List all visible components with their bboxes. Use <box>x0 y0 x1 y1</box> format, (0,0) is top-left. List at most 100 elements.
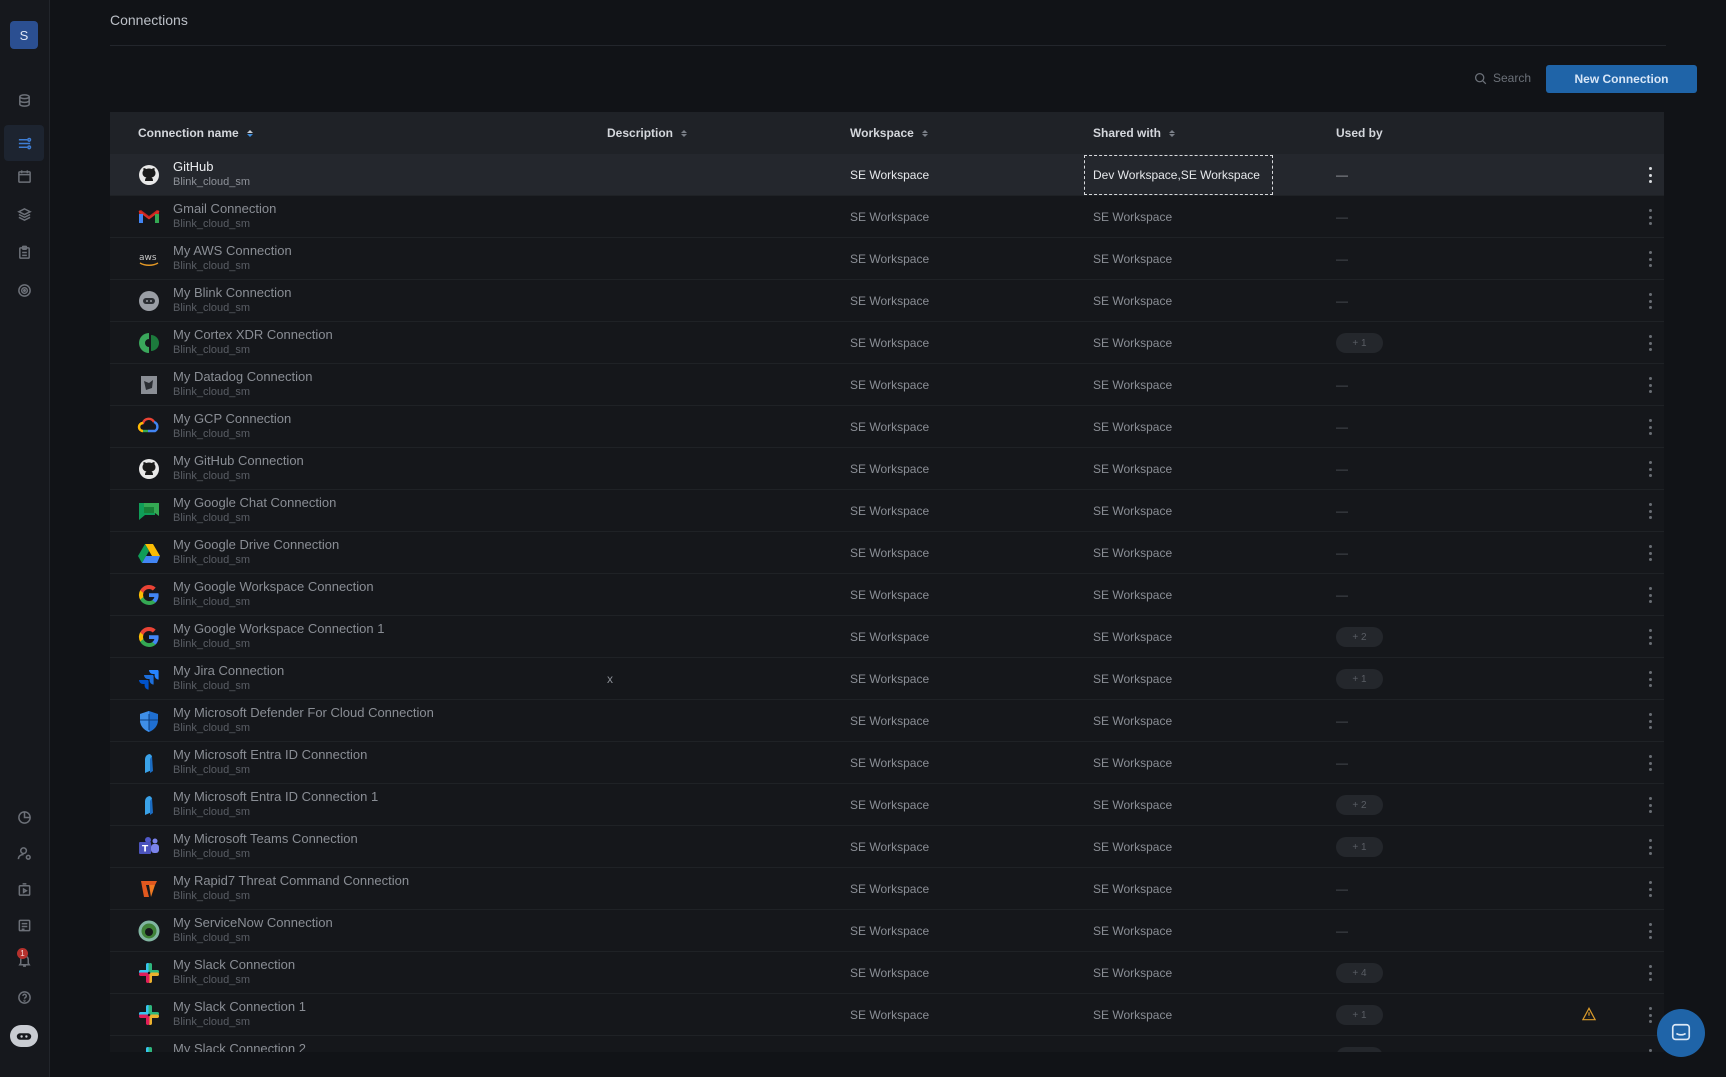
table-row[interactable]: My Cortex XDR Connection Blink_cloud_sm SE… <box>110 322 1664 364</box>
connection-name[interactable]: My Jira Connection <box>173 663 284 678</box>
table-row[interactable]: My Blink Connection Blink_cloud_sm SE Work… <box>110 280 1664 322</box>
table-row[interactable]: My Google Chat Connection Blink_cloud_sm S… <box>110 490 1664 532</box>
table-row[interactable]: My Google Workspace Connection Blink_clou… <box>110 574 1664 616</box>
connection-shared-with[interactable]: Dev Workspace,SE Workspace <box>1093 168 1260 182</box>
row-menu-icon[interactable] <box>1646 1005 1654 1025</box>
connection-name[interactable]: My Microsoft Defender For Cloud Connecti… <box>173 705 434 720</box>
pie-chart-icon[interactable] <box>12 805 36 829</box>
used-by-badge[interactable]: + 1 <box>1336 837 1383 857</box>
sort-icon[interactable] <box>681 129 688 137</box>
used-by-badge[interactable]: + 2 <box>1336 795 1383 815</box>
connection-name[interactable]: My Slack Connection <box>173 957 295 972</box>
table-row[interactable]: My Slack Connection Blink_cloud_sm SE Work… <box>110 952 1664 994</box>
row-menu-icon[interactable] <box>1646 417 1654 437</box>
used-by-badge[interactable]: + 1 <box>1336 1047 1383 1052</box>
connection-name[interactable]: GitHub <box>173 159 213 174</box>
connection-name[interactable]: My Microsoft Entra ID Connection 1 <box>173 789 378 804</box>
table-row[interactable]: My Slack Connection 2Blink_cloud_smSE Wo… <box>110 1036 1664 1052</box>
help-icon[interactable] <box>12 985 36 1009</box>
runner-icon[interactable] <box>12 877 36 901</box>
row-menu-icon[interactable] <box>1646 585 1654 605</box>
column-header-name[interactable]: Connection name <box>138 112 253 154</box>
connection-name[interactable]: My Slack Connection 2 <box>173 1041 306 1052</box>
row-menu-icon[interactable] <box>1646 963 1654 983</box>
connection-name[interactable]: My Datadog Connection <box>173 369 312 384</box>
sort-icon[interactable] <box>921 129 928 137</box>
connection-name[interactable]: My Google Drive Connection <box>173 537 339 552</box>
row-menu-icon[interactable] <box>1646 333 1654 353</box>
connection-name[interactable]: My Google Workspace Connection 1 <box>173 621 384 636</box>
target-icon[interactable] <box>12 278 36 302</box>
connection-name[interactable]: My GCP Connection <box>173 411 291 426</box>
new-connection-button[interactable]: New Connection <box>1546 65 1697 93</box>
column-header-shared[interactable]: Shared with <box>1093 112 1176 154</box>
row-menu-icon[interactable] <box>1646 459 1654 479</box>
table-row[interactable]: My Datadog Connection Blink_cloud_sm SE Wo… <box>110 364 1664 406</box>
user-settings-icon[interactable] <box>12 841 36 865</box>
search-input[interactable]: Search <box>1474 71 1531 85</box>
row-menu-icon[interactable] <box>1646 543 1654 563</box>
connection-name[interactable]: My ServiceNow Connection <box>173 915 333 930</box>
used-by-badge[interactable]: + 4 <box>1336 963 1383 983</box>
row-menu-icon[interactable] <box>1646 753 1654 773</box>
row-menu-icon[interactable] <box>1646 375 1654 395</box>
connection-name[interactable]: My Blink Connection <box>173 285 292 300</box>
sort-icon[interactable] <box>1169 129 1176 137</box>
row-menu-icon[interactable] <box>1646 627 1654 647</box>
table-row[interactable]: aws My AWS Connection Blink_cloud_sm SE Wor… <box>110 238 1664 280</box>
row-menu-icon[interactable] <box>1646 795 1654 815</box>
notification-icon[interactable]: 1 <box>12 948 36 972</box>
row-menu-icon[interactable] <box>1646 501 1654 521</box>
table-row[interactable]: My Google Drive Connection Blink_cloud_sm… <box>110 532 1664 574</box>
connection-name[interactable]: My GitHub Connection <box>173 453 304 468</box>
table-row[interactable]: My Microsoft Entra ID Connection Blink_cl… <box>110 742 1664 784</box>
row-menu-icon[interactable] <box>1646 879 1654 899</box>
connection-name[interactable]: My AWS Connection <box>173 243 292 258</box>
table-row[interactable]: My Rapid7 Threat Command Connection Blink… <box>110 868 1664 910</box>
row-menu-icon[interactable] <box>1646 165 1654 185</box>
table-row[interactable]: My GitHub Connection Blink_cloud_sm SE Wor… <box>110 448 1664 490</box>
database-icon[interactable] <box>12 88 36 112</box>
row-menu-icon[interactable] <box>1646 921 1654 941</box>
table-row[interactable]: My ServiceNow Connection Blink_cloud_sm SE… <box>110 910 1664 952</box>
row-menu-icon[interactable] <box>1646 711 1654 731</box>
row-menu-icon[interactable] <box>1646 249 1654 269</box>
table-row[interactable]: My Slack Connection 1 Blink_cloud_sm SE Wo… <box>110 994 1664 1036</box>
table-row[interactable]: My Jira Connection Blink_cloud_sm x SE Work… <box>110 658 1664 700</box>
table-row[interactable]: My Microsoft Defender For Cloud Connecti… <box>110 700 1664 742</box>
table-row[interactable]: T My Microsoft Teams Connection Blink_clou… <box>110 826 1664 868</box>
used-by-badge[interactable]: + 1 <box>1336 669 1383 689</box>
calendar-icon[interactable] <box>12 164 36 188</box>
connections-icon[interactable] <box>4 125 44 161</box>
connection-name[interactable]: My Slack Connection 1 <box>173 999 306 1014</box>
connection-name[interactable]: My Google Chat Connection <box>173 495 336 510</box>
table-row[interactable]: My Google Workspace Connection 1 Blink_cl… <box>110 616 1664 658</box>
used-by-badge[interactable]: + 1 <box>1336 1005 1383 1025</box>
row-menu-icon[interactable] <box>1646 291 1654 311</box>
column-header-description[interactable]: Description <box>607 112 688 154</box>
column-header-workspace[interactable]: Workspace <box>850 112 928 154</box>
row-menu-icon[interactable] <box>1646 1047 1654 1052</box>
connection-name[interactable]: My Google Workspace Connection <box>173 579 374 594</box>
reports-icon[interactable] <box>12 913 36 937</box>
table-row[interactable]: My GCP Connection Blink_cloud_sm SE Worksp… <box>110 406 1664 448</box>
connection-name[interactable]: Gmail Connection <box>173 201 276 216</box>
connection-name[interactable]: My Microsoft Entra ID Connection <box>173 747 367 762</box>
connection-name[interactable]: My Cortex XDR Connection <box>173 327 333 342</box>
row-menu-icon[interactable] <box>1646 837 1654 857</box>
connection-name[interactable]: My Rapid7 Threat Command Connection <box>173 873 409 888</box>
table-row[interactable]: Gmail Connection Blink_cloud_sm SE Workspa… <box>110 196 1664 238</box>
avatar[interactable]: S <box>10 21 38 49</box>
table-row[interactable]: My Microsoft Entra ID Connection 1 Blink_… <box>110 784 1664 826</box>
chat-button[interactable] <box>1657 1009 1705 1057</box>
table-row[interactable]: GitHub Blink_cloud_sm SE Workspace Dev Work… <box>110 154 1664 196</box>
row-menu-icon[interactable] <box>1646 207 1654 227</box>
clipboard-icon[interactable] <box>12 240 36 264</box>
connection-name[interactable]: My Microsoft Teams Connection <box>173 831 358 846</box>
blink-logo-icon[interactable] <box>10 1025 38 1047</box>
sort-icon[interactable] <box>246 129 253 137</box>
used-by-badge[interactable]: + 2 <box>1336 627 1383 647</box>
row-menu-icon[interactable] <box>1646 669 1654 689</box>
layers-icon[interactable] <box>12 202 36 226</box>
used-by-badge[interactable]: + 1 <box>1336 333 1383 353</box>
